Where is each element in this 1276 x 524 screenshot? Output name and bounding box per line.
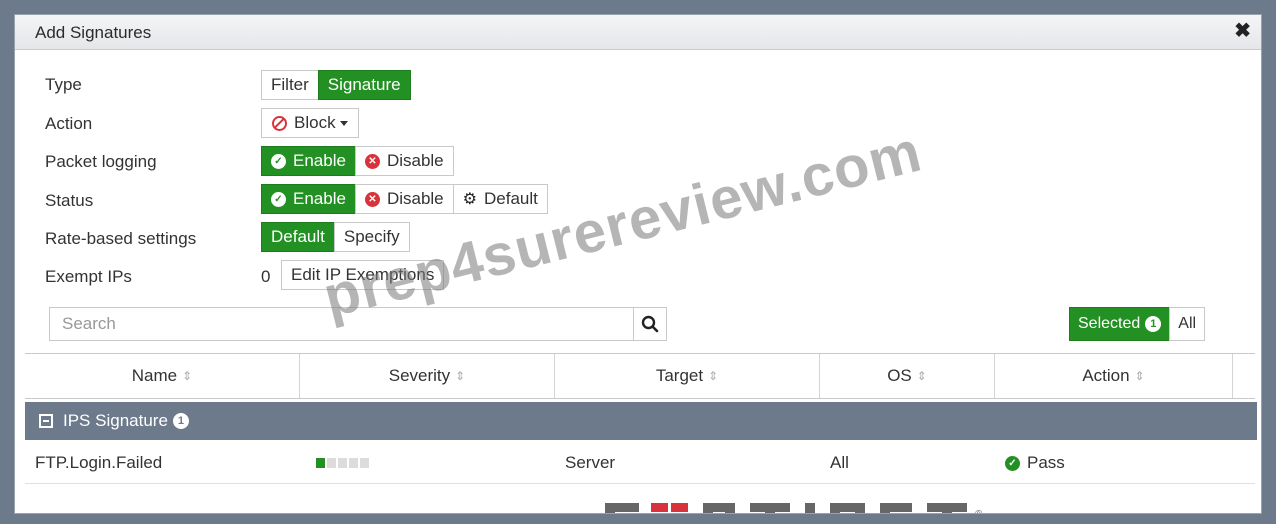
- column-os-label: OS: [887, 366, 912, 385]
- search-button[interactable]: [633, 308, 666, 340]
- selected-filter-label: Selected: [1078, 315, 1141, 332]
- column-header-os[interactable]: OS ⇕: [820, 354, 995, 398]
- group-count-badge: 1: [172, 413, 189, 429]
- selected-count-badge: 1: [1145, 316, 1162, 332]
- status-default-button[interactable]: ⚙ Default: [452, 184, 548, 214]
- packet-logging-disable-button[interactable]: ✕ Disable: [354, 146, 454, 176]
- sort-icon: ⇕: [708, 369, 719, 383]
- exempt-ips-count: 0: [261, 267, 271, 286]
- column-header-severity[interactable]: Severity ⇕: [300, 354, 555, 398]
- row-severity: [300, 458, 555, 468]
- search-icon: [641, 315, 659, 333]
- group-label: IPS Signature: [63, 411, 168, 430]
- rate-default-button[interactable]: Default: [261, 222, 335, 252]
- selected-filter-button[interactable]: Selected 1: [1069, 307, 1171, 341]
- dialog-titlebar: Add Signatures ✖: [15, 15, 1261, 50]
- column-name-label: Name: [131, 366, 178, 385]
- status-enable-button[interactable]: ✓ Enable: [261, 184, 356, 214]
- row-action-label: Pass: [1027, 453, 1065, 472]
- table-header: Name ⇕ Severity ⇕ Target ⇕ OS ⇕ Action ⇕: [25, 353, 1255, 399]
- column-header-target[interactable]: Target ⇕: [555, 354, 820, 398]
- row-os: All: [830, 453, 849, 472]
- caret-down-icon: [339, 120, 348, 126]
- packet-logging-disable-label: Disable: [386, 151, 444, 170]
- row-target: Server: [565, 453, 616, 472]
- gear-icon: ⚙: [462, 191, 477, 208]
- check-circle-icon: ✓: [271, 191, 286, 207]
- packet-logging-toggle: ✓ Enable ✕ Disable: [261, 146, 454, 176]
- type-filter-button[interactable]: Filter: [261, 70, 319, 100]
- severity-segment: [360, 458, 369, 468]
- check-circle-icon: ✓: [1005, 455, 1020, 471]
- row-action: ✓ Pass: [995, 453, 1233, 473]
- add-signatures-dialog: Add Signatures ✖ Type Filter Signature A…: [14, 14, 1262, 514]
- type-label: Type: [45, 75, 82, 94]
- sort-icon: ⇕: [916, 369, 927, 383]
- status-default-label: Default: [483, 189, 538, 208]
- dialog-title: Add Signatures: [35, 23, 152, 42]
- column-header-action[interactable]: Action ⇕: [995, 354, 1233, 398]
- severity-segment: [316, 458, 325, 468]
- status-disable-button[interactable]: ✕ Disable: [354, 184, 454, 214]
- sort-icon: ⇕: [182, 369, 193, 383]
- group-header-ips-signature[interactable]: IPS Signature 1: [25, 402, 1257, 440]
- status-enable-label: Enable: [293, 189, 346, 208]
- column-target-label: Target: [655, 366, 704, 385]
- packet-logging-enable-button[interactable]: ✓ Enable: [261, 146, 356, 176]
- severity-segment: [327, 458, 336, 468]
- action-dropdown-button[interactable]: Block: [261, 108, 359, 138]
- rate-based-settings-label: Rate-based settings: [45, 229, 197, 248]
- packet-logging-label: Packet logging: [45, 152, 157, 171]
- packet-logging-enable-label: Enable: [293, 151, 346, 170]
- sort-icon: ⇕: [1134, 369, 1145, 383]
- collapse-icon[interactable]: [39, 414, 53, 428]
- severity-segment: [349, 458, 358, 468]
- severity-segment: [338, 458, 347, 468]
- selection-filter-toggle: Selected 1 All: [1069, 307, 1206, 341]
- row-name: FTP.Login.Failed: [35, 453, 163, 472]
- svg-text:®: ®: [975, 509, 983, 514]
- column-severity-label: Severity: [388, 366, 451, 385]
- column-action-label: Action: [1082, 366, 1130, 385]
- column-header-spacer: [1233, 354, 1255, 398]
- fortinet-logo: ®: [605, 487, 1025, 514]
- check-circle-icon: ✓: [271, 153, 286, 169]
- sort-icon: ⇕: [455, 369, 466, 383]
- status-toggle: ✓ Enable ✕ Disable ⚙ Default: [261, 184, 548, 214]
- type-toggle: Filter Signature: [261, 70, 411, 100]
- action-label: Action: [45, 114, 93, 133]
- type-signature-button[interactable]: Signature: [317, 70, 411, 100]
- x-circle-icon: ✕: [364, 191, 380, 207]
- exempt-ips-label: Exempt IPs: [45, 267, 132, 286]
- action-dropdown[interactable]: Block: [261, 108, 359, 138]
- status-label: Status: [45, 191, 94, 210]
- status-disable-label: Disable: [386, 189, 444, 208]
- column-header-name[interactable]: Name ⇕: [25, 354, 300, 398]
- x-circle-icon: ✕: [364, 153, 380, 169]
- all-filter-button[interactable]: All: [1169, 307, 1206, 341]
- action-dropdown-value: Block: [294, 113, 336, 132]
- fortinet-logo-graphic: ®: [605, 503, 983, 514]
- close-icon[interactable]: ✖: [1234, 21, 1251, 41]
- block-icon: [272, 115, 287, 131]
- table-row[interactable]: FTP.Login.Failed Server All ✓ Pass: [25, 443, 1255, 484]
- severity-bar: [316, 458, 555, 468]
